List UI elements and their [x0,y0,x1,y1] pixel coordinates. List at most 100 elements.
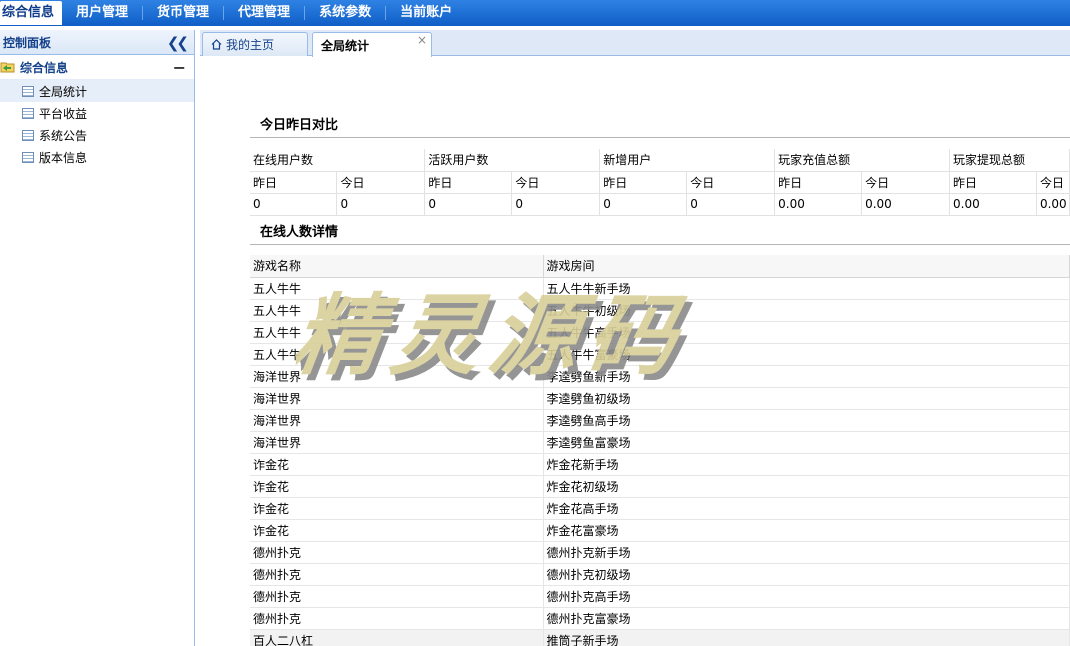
table-row: 德州扑克 德州扑克新手场 [250,541,1070,564]
sidebar-group-overview[interactable]: 综合信息 − [0,55,194,80]
header-online-users: 在线用户数 [250,149,426,172]
label-yesterday: 昨日 [250,171,338,194]
value-cell: 0 [424,193,513,216]
cell-game-name: 诈金花 [250,453,544,476]
cell-game-room: 五人牛牛初级场 [543,299,1070,322]
table-row: 在线用户数 活跃用户数 新增用户 玩家充值总额 玩家提现总额 [250,149,1070,172]
cell-game-room: 五人牛牛高手场 [543,321,1070,344]
sidebar-item-label: 版本信息 [39,150,88,165]
cell-game-room: 炸金花新手场 [543,453,1070,476]
cell-game-name: 诈金花 [250,497,544,520]
list-icon [22,107,34,119]
value-cell: 0 [686,193,776,216]
tab-home[interactable]: 我的主页 [202,32,308,56]
label-today: 今日 [861,171,951,194]
table-row: 五人牛牛 五人牛牛富豪场 [250,343,1070,366]
sidebar-item-label: 全局统计 [39,84,88,99]
header-new-users: 新增用户 [599,149,776,172]
sidebar-item-platform-income[interactable]: 平台收益 [0,102,194,124]
cell-game-name: 海洋世界 [250,431,544,454]
cell-game-name: 海洋世界 [250,365,544,388]
header-recharge-total: 玩家充值总额 [774,149,951,172]
tab-strip: 我的主页 全局统计 × [200,30,1070,57]
table-row: 百人二八杠 推筒子新手场 [250,629,1070,646]
table-row: 五人牛牛 五人牛牛新手场 [250,277,1070,300]
cell-game-name: 德州扑克 [250,541,544,564]
table-row: 0 0 0 0 0 0 0.00 0.00 0.00 0.00 [250,193,1070,216]
column-game-name: 游戏名称 [250,255,544,278]
cell-game-room: 炸金花初级场 [543,475,1070,498]
label-today: 今日 [511,171,601,194]
list-icon [22,85,34,97]
list-icon [22,151,34,163]
value-cell: 0.00 [861,193,951,216]
sidebar-item-global-stats[interactable]: 全局统计 [0,80,194,102]
value-cell: 0 [599,193,688,216]
nav-agent-management[interactable]: 代理管理 [224,0,304,26]
header-withdraw-total: 玩家提现总额 [949,149,1070,172]
cell-game-room: 五人牛牛富豪场 [543,343,1070,366]
table-row: 德州扑克 德州扑克高手场 [250,585,1070,608]
tab-home-label: 我的主页 [226,38,275,52]
sidebar-item-version-info[interactable]: 版本信息 [0,146,194,168]
cell-game-name: 德州扑克 [250,607,544,630]
cell-game-room: 李逵劈鱼新手场 [543,365,1070,388]
nav-overview[interactable]: 综合信息 [0,1,63,25]
label-today: 今日 [686,171,776,194]
table-row: 海洋世界 李逵劈鱼高手场 [250,409,1070,432]
compare-title: 今日昨日对比 [260,118,339,133]
cell-game-room: 德州扑克富豪场 [543,607,1070,630]
label-today: 今日 [336,171,426,194]
table-row: 诈金花 炸金花高手场 [250,497,1070,520]
cell-game-name: 五人牛牛 [250,321,544,344]
cell-game-room: 李逵劈鱼富豪场 [543,431,1070,454]
nav-current-account[interactable]: 当前账户 [386,0,466,26]
table-row: 诈金花 炸金花初级场 [250,475,1070,498]
table-row: 德州扑克 德州扑克初级场 [250,563,1070,586]
sidebar-item-label: 系统公告 [39,128,88,143]
label-yesterday: 昨日 [424,171,513,194]
table-row: 德州扑克 德州扑克富豪场 [250,607,1070,630]
cell-game-name: 海洋世界 [250,409,544,432]
column-game-room: 游戏房间 [543,255,1070,278]
main-content: 今日昨日对比 在线用户数 活跃用户数 新增用户 玩家充值总额 玩家提现总额 昨日… [200,57,1070,646]
table-row: 诈金花 炸金花富豪场 [250,519,1070,542]
value-cell: 0 [250,193,338,216]
close-icon[interactable]: × [417,33,427,47]
cell-game-room: 炸金花富豪场 [543,519,1070,542]
cell-game-name: 百人二八杠 [250,629,544,646]
top-navigation: 综合信息 用户管理 货币管理 代理管理 系统参数 当前账户 [0,0,1070,26]
value-cell: 0.00 [1036,193,1070,216]
nav-currency-management[interactable]: 货币管理 [143,0,223,26]
cell-game-name: 五人牛牛 [250,299,544,322]
value-cell: 0 [511,193,601,216]
cell-game-room: 推筒子新手场 [543,629,1070,646]
cell-game-room: 炸金花高手场 [543,497,1070,520]
header-active-users: 活跃用户数 [424,149,601,172]
value-cell: 0.00 [949,193,1037,216]
tab-global-stats-label: 全局统计 [321,38,370,53]
sidebar-item-label: 平台收益 [39,106,88,121]
cell-game-name: 五人牛牛 [250,343,544,366]
table-row: 五人牛牛 五人牛牛高手场 [250,321,1070,344]
tab-global-stats[interactable]: 全局统计 × [312,32,432,57]
nav-system-params[interactable]: 系统参数 [305,0,385,26]
sidebar-title: 控制面板 [3,35,52,50]
home-icon [211,39,222,50]
table-row: 诈金花 炸金花新手场 [250,453,1070,476]
nav-user-management[interactable]: 用户管理 [62,0,142,26]
cell-game-name: 诈金花 [250,519,544,542]
table-header-row: 游戏名称 游戏房间 [250,255,1070,278]
value-cell: 0.00 [774,193,863,216]
table-row: 海洋世界 李逵劈鱼初级场 [250,387,1070,410]
collapse-icon[interactable]: ❮❮ [167,34,189,52]
sidebar: 控制面板 ❮❮ 综合信息 − 全局统计 平台收益 系统公告 版本信息 [0,30,195,646]
online-table: 游戏名称 游戏房间 五人牛牛 五人牛牛新手场 五人牛牛 五人牛牛初级场 五人牛牛 五人牛牛… [250,255,1070,646]
cell-game-room: 李逵劈鱼高手场 [543,409,1070,432]
cell-game-name: 德州扑克 [250,585,544,608]
sidebar-item-announcements[interactable]: 系统公告 [0,124,194,146]
label-today: 今日 [1036,171,1070,194]
collapse-group-icon[interactable]: − [173,58,186,77]
table-row: 海洋世界 李逵劈鱼富豪场 [250,431,1070,454]
cell-game-name: 五人牛牛 [250,277,544,300]
